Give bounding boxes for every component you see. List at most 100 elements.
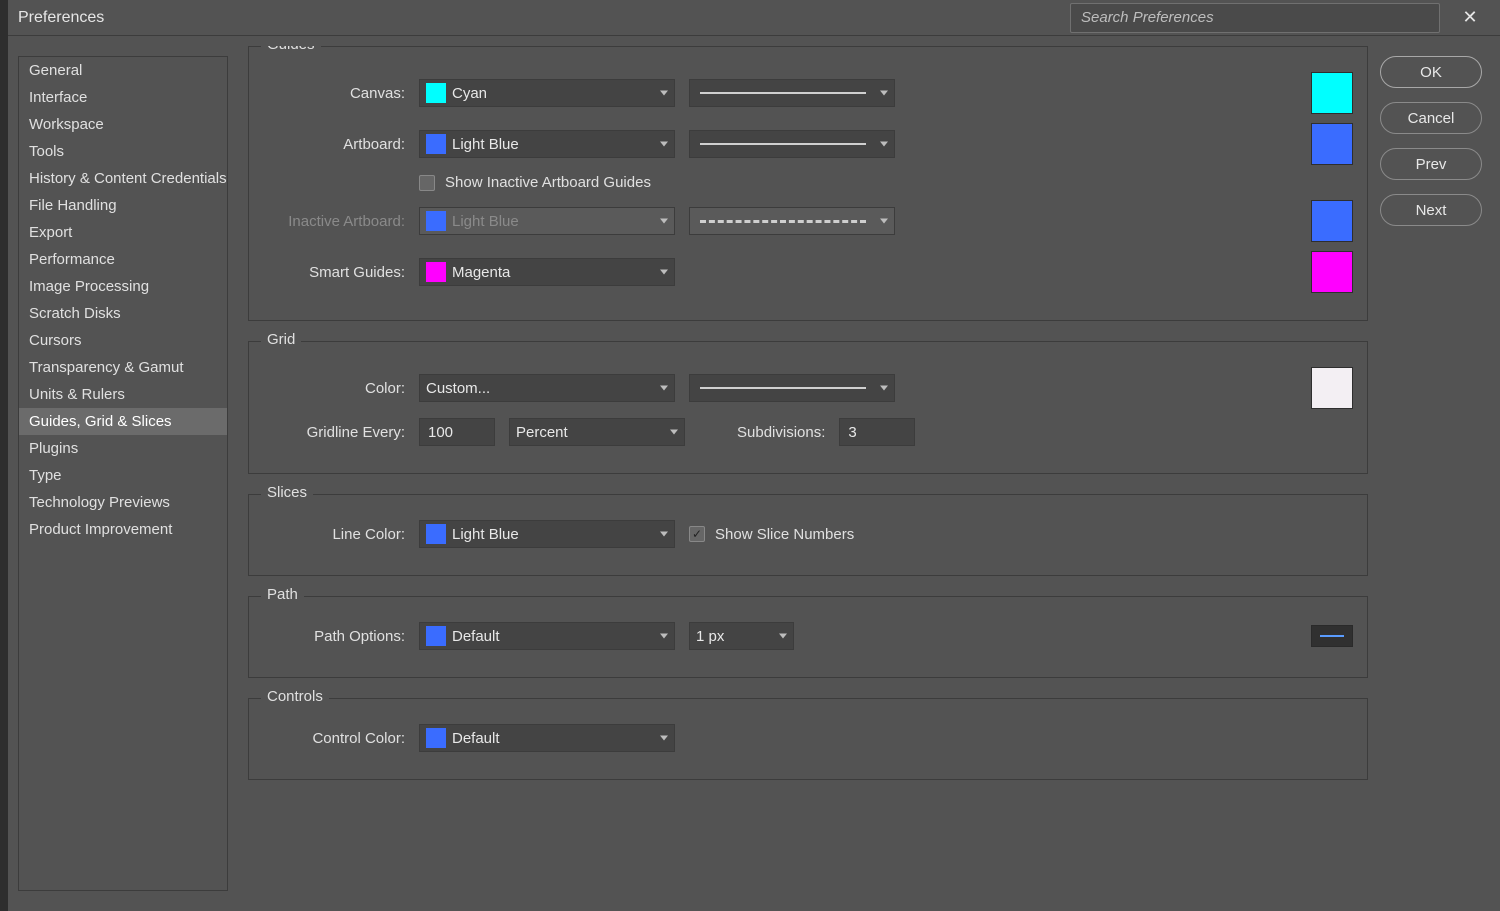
dropdown-value: Percent (516, 424, 568, 441)
inactive-color-dropdown: Light Blue (419, 207, 675, 235)
grid-swatch-button[interactable] (1311, 367, 1353, 409)
content-panel: Guides Canvas: Cyan A (228, 46, 1380, 901)
dropdown-value: Default (452, 730, 500, 747)
grid-title: Grid (261, 331, 301, 348)
sidebar-item[interactable]: Image Processing (19, 273, 227, 300)
path-title: Path (261, 586, 304, 603)
dropdown-value: Cyan (452, 85, 487, 102)
inactive-swatch-button[interactable] (1311, 200, 1353, 242)
artboard-color-dropdown[interactable]: Light Blue (419, 130, 675, 158)
sidebar-item[interactable]: Interface (19, 84, 227, 111)
color-swatch-icon (426, 524, 446, 544)
color-swatch-icon (426, 262, 446, 282)
sidebar-item[interactable]: Guides, Grid & Slices (19, 408, 227, 435)
slices-title: Slices (261, 484, 313, 501)
subdivisions-input[interactable] (839, 418, 915, 446)
line-solid-icon (700, 143, 866, 145)
slice-color-dropdown[interactable]: Light Blue (419, 520, 675, 548)
dropdown-value: Light Blue (452, 526, 519, 543)
line-solid-icon (700, 387, 866, 389)
sidebar-item[interactable]: Type (19, 462, 227, 489)
line-dashed-icon (700, 220, 866, 223)
path-options-label: Path Options: (263, 628, 405, 645)
cancel-button[interactable]: Cancel (1380, 102, 1482, 134)
gridline-every-label: Gridline Every: (263, 424, 405, 441)
sidebar: GeneralInterfaceWorkspaceToolsHistory & … (18, 56, 228, 891)
show-inactive-checkbox[interactable]: Show Inactive Artboard Guides (419, 174, 651, 191)
path-thickness-dropdown[interactable]: 1 px (689, 622, 794, 650)
sidebar-item[interactable]: Plugins (19, 435, 227, 462)
search-input[interactable] (1070, 3, 1440, 33)
controls-title: Controls (261, 688, 329, 705)
sidebar-item[interactable]: Transparency & Gamut (19, 354, 227, 381)
path-color-dropdown[interactable]: Default (419, 622, 675, 650)
path-group: Path Path Options: Default 1 px (248, 596, 1368, 678)
inactive-artboard-label: Inactive Artboard: (263, 213, 405, 230)
sidebar-item[interactable]: File Handling (19, 192, 227, 219)
inactive-linestyle-dropdown (689, 207, 895, 235)
dropdown-value: Default (452, 628, 500, 645)
next-button[interactable]: Next (1380, 194, 1482, 226)
sidebar-item[interactable]: General (19, 57, 227, 84)
sidebar-item[interactable]: Product Improvement (19, 516, 227, 543)
canvas-color-dropdown[interactable]: Cyan (419, 79, 675, 107)
chevron-down-icon (880, 142, 888, 147)
smart-swatch-button[interactable] (1311, 251, 1353, 293)
chevron-down-icon (660, 386, 668, 391)
gridline-unit-dropdown[interactable]: Percent (509, 418, 685, 446)
grid-group: Grid Color: Custom... Gridline Eve (248, 341, 1368, 474)
smart-color-dropdown[interactable]: Magenta (419, 258, 675, 286)
sidebar-item[interactable]: Technology Previews (19, 489, 227, 516)
controls-group: Controls Control Color: Default (248, 698, 1368, 780)
color-swatch-icon (426, 134, 446, 154)
sidebar-item[interactable]: Performance (19, 246, 227, 273)
sidebar-item[interactable]: History & Content Credentials (19, 165, 227, 192)
artboard-linestyle-dropdown[interactable] (689, 130, 895, 158)
preferences-window: Preferences ✕ GeneralInterfaceWorkspaceT… (8, 0, 1500, 911)
subdivisions-label: Subdivisions: (737, 424, 825, 441)
sidebar-item[interactable]: Units & Rulers (19, 381, 227, 408)
grid-color-label: Color: (263, 380, 405, 397)
sidebar-item[interactable]: Tools (19, 138, 227, 165)
gridline-every-input[interactable] (419, 418, 495, 446)
canvas-swatch-button[interactable] (1311, 72, 1353, 114)
path-preview (1311, 625, 1353, 647)
sidebar-item[interactable]: Scratch Disks (19, 300, 227, 327)
dropdown-value: Custom... (426, 380, 490, 397)
checkbox-icon (689, 526, 705, 542)
chevron-down-icon (660, 270, 668, 275)
dropdown-value: Magenta (452, 264, 510, 281)
guides-group: Guides Canvas: Cyan A (248, 46, 1368, 321)
chevron-down-icon (779, 634, 787, 639)
color-swatch-icon (426, 728, 446, 748)
slices-group: Slices Line Color: Light Blue Show Slice… (248, 494, 1368, 576)
control-color-dropdown[interactable]: Default (419, 724, 675, 752)
show-slice-numbers-checkbox[interactable]: Show Slice Numbers (689, 526, 854, 543)
window-title: Preferences (18, 9, 104, 27)
checkbox-icon (419, 175, 435, 191)
sidebar-item[interactable]: Export (19, 219, 227, 246)
prev-button[interactable]: Prev (1380, 148, 1482, 180)
close-icon: ✕ (1462, 7, 1477, 28)
color-swatch-icon (426, 626, 446, 646)
grid-color-dropdown[interactable]: Custom... (419, 374, 675, 402)
chevron-down-icon (660, 91, 668, 96)
chevron-down-icon (880, 219, 888, 224)
smart-guides-label: Smart Guides: (263, 264, 405, 281)
checkbox-label: Show Slice Numbers (715, 526, 854, 543)
canvas-label: Canvas: (263, 85, 405, 102)
artboard-label: Artboard: (263, 136, 405, 153)
dropdown-value: Light Blue (452, 213, 519, 230)
canvas-linestyle-dropdown[interactable] (689, 79, 895, 107)
artboard-swatch-button[interactable] (1311, 123, 1353, 165)
close-button[interactable]: ✕ (1450, 0, 1490, 36)
grid-linestyle-dropdown[interactable] (689, 374, 895, 402)
chevron-down-icon (660, 634, 668, 639)
ok-button[interactable]: OK (1380, 56, 1482, 88)
sidebar-item[interactable]: Workspace (19, 111, 227, 138)
line-solid-icon (700, 92, 866, 94)
sidebar-item[interactable]: Cursors (19, 327, 227, 354)
checkbox-label: Show Inactive Artboard Guides (445, 174, 651, 191)
chevron-down-icon (660, 532, 668, 537)
dropdown-value: Light Blue (452, 136, 519, 153)
